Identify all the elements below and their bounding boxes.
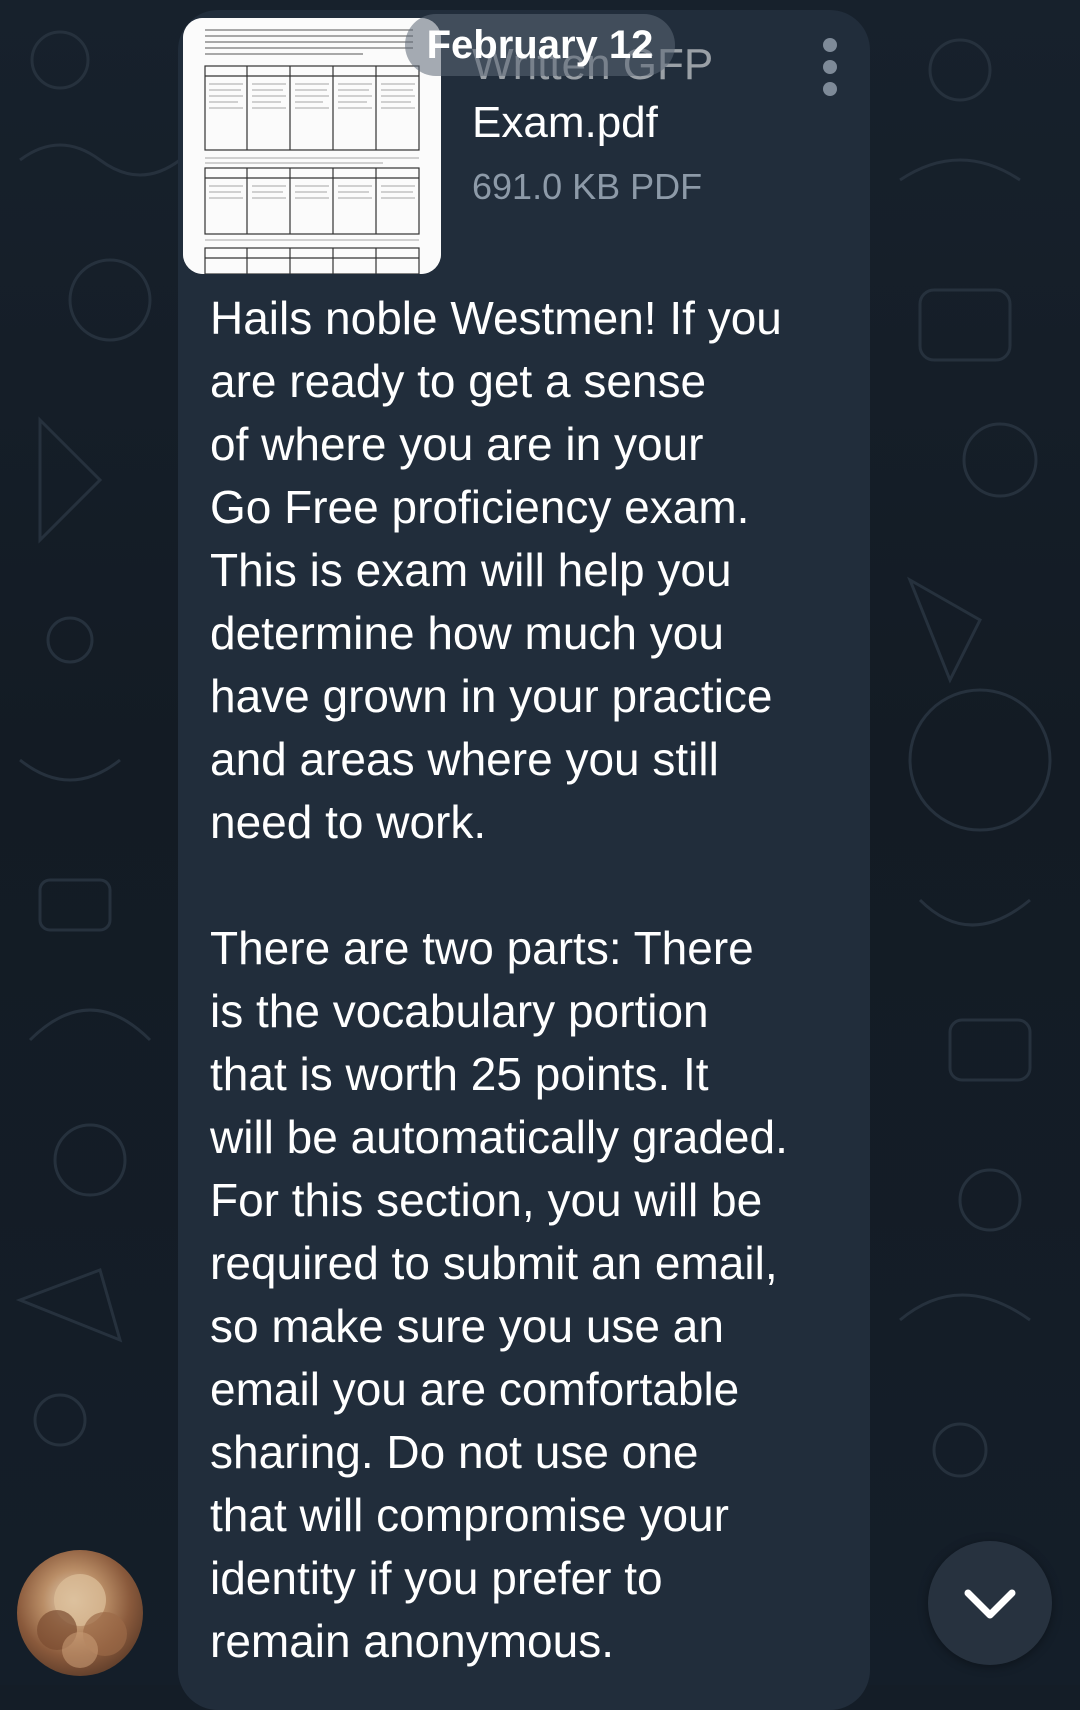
avatar-image-icon bbox=[37, 1574, 127, 1668]
date-header: February 12 bbox=[426, 23, 654, 67]
pdf-page-preview-icon bbox=[183, 18, 441, 274]
menu-dot bbox=[823, 82, 837, 96]
menu-dot bbox=[823, 60, 837, 74]
vertical-dots-icon[interactable] bbox=[818, 38, 842, 96]
chevron-down-icon bbox=[964, 1589, 1016, 1619]
attachment-file-meta: 691.0 KB PDF bbox=[472, 166, 703, 207]
pdf-thumbnail[interactable] bbox=[183, 18, 441, 274]
file-name-line-2: Exam.pdf bbox=[472, 98, 658, 147]
scroll-down-button[interactable] bbox=[928, 1541, 1052, 1665]
message-text: Hails noble Westmen! If you are ready to… bbox=[210, 292, 788, 1667]
menu-dot bbox=[823, 38, 837, 52]
user-avatar[interactable] bbox=[17, 1550, 143, 1676]
